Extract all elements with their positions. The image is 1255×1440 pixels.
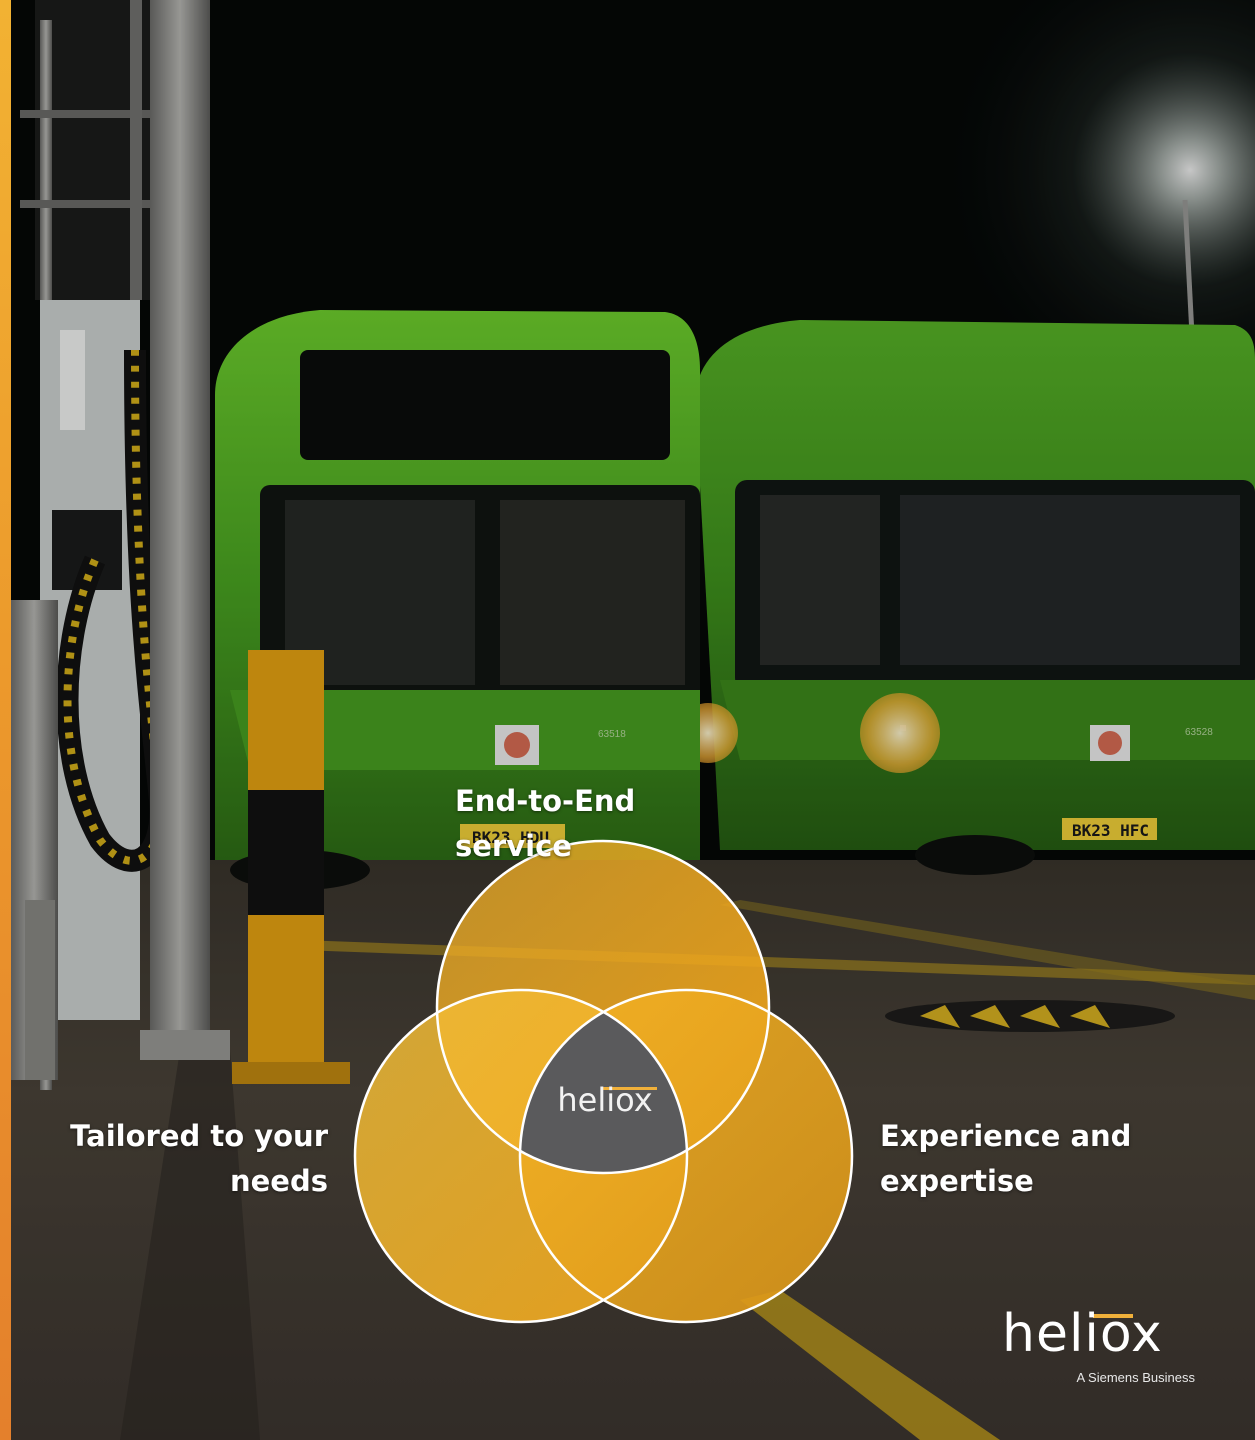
left-accent-bar: [0, 0, 11, 1440]
label-tailored-to-your-needs: Tailored to your needs: [60, 1114, 328, 1204]
logo-tagline: A Siemens Business: [1076, 1370, 1195, 1385]
center-logo-heliox: heliox: [557, 1081, 653, 1119]
slide: BK23 HFC 63528 BK23 HDU 63518 heliox End…: [0, 0, 1255, 1440]
heliox-logo: heliox A Siemens Business: [990, 1300, 1200, 1400]
label-left-line1: Tailored to your: [70, 1119, 328, 1153]
label-left-line2: needs: [229, 1164, 328, 1198]
label-right-line2: expertise: [880, 1164, 1034, 1198]
label-experience-and-expertise: Experience and expertise: [880, 1114, 1160, 1204]
label-right-line1: Experience and: [880, 1119, 1132, 1153]
label-end-to-end-service: End-to-End service: [455, 784, 636, 863]
logo-wordmark: heliox: [1002, 1304, 1163, 1364]
